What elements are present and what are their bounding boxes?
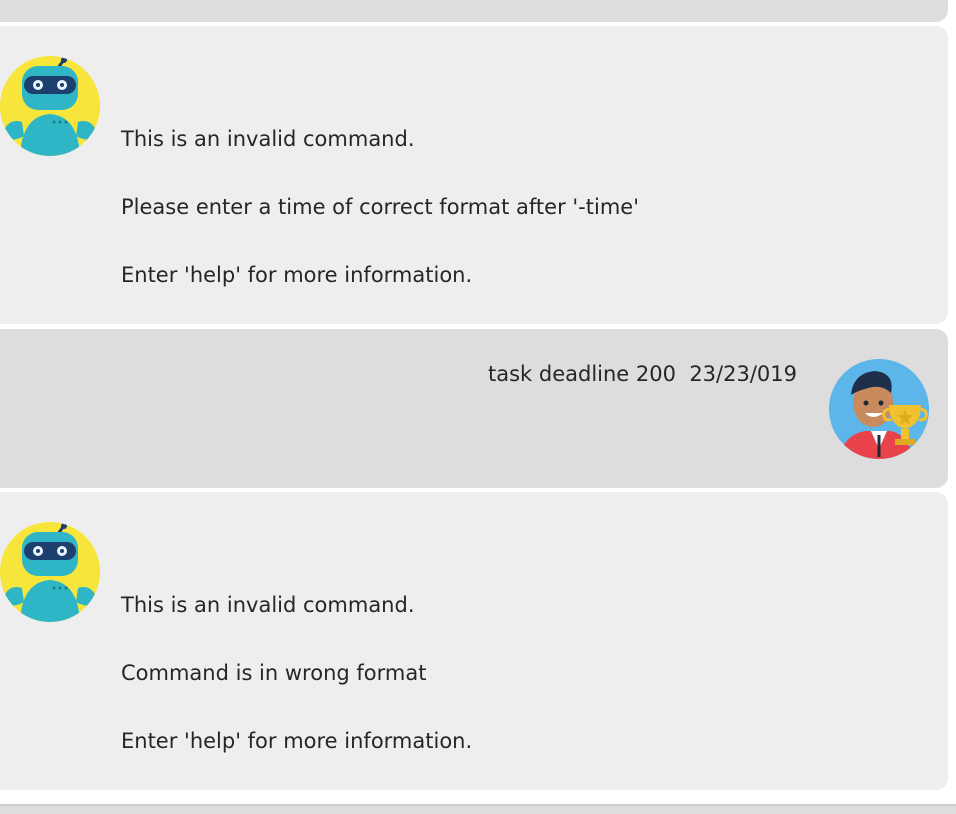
- bot-message-line: This is an invalid command.: [121, 593, 415, 617]
- user-trophy-avatar-icon: [829, 359, 929, 459]
- bot-message-bubble: This is an invalid command. Please enter…: [0, 26, 948, 324]
- bot-message-line: Please enter a time of correct format af…: [121, 195, 639, 219]
- bot-message-line: Command is in wrong format: [121, 661, 427, 685]
- bot-message-line: Enter 'help' for more information.: [121, 729, 473, 753]
- previous-message-bubble: [0, 0, 948, 22]
- bot-message-line: This is an invalid command.: [121, 127, 415, 151]
- bot-message-bubble: This is an invalid command. Command is i…: [0, 492, 948, 790]
- bot-message-line: Enter 'help' for more information.: [121, 263, 473, 287]
- input-area-border: [0, 804, 956, 814]
- chat-container: This is an invalid command. Please enter…: [0, 0, 956, 814]
- robot-avatar-icon: [0, 56, 100, 156]
- user-message-bubble: task deadline 200 23/23/019: [0, 329, 948, 488]
- robot-avatar-icon: [0, 522, 100, 622]
- user-message-text: task deadline 200 23/23/019: [487, 362, 797, 386]
